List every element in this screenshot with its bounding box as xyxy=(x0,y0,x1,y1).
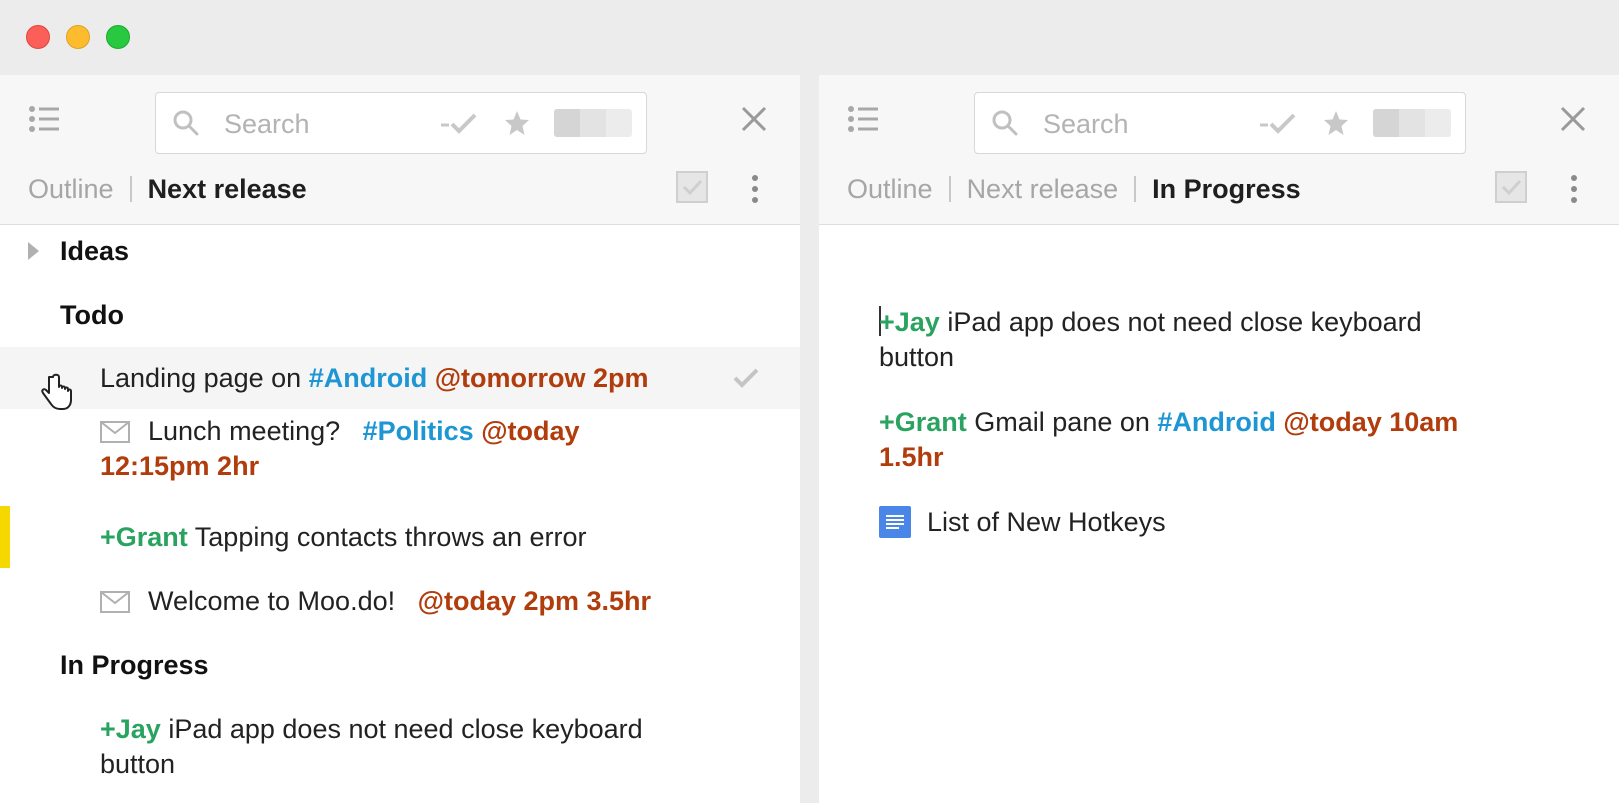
search-icon xyxy=(173,110,199,136)
tag-label[interactable]: #Android xyxy=(309,363,428,393)
search-box[interactable]: Search xyxy=(155,92,647,154)
star-filter-icon[interactable] xyxy=(1323,110,1349,136)
breadcrumb: Outline Next release In Progress xyxy=(847,171,1301,207)
task-text: Welcome to Moo.do! xyxy=(148,586,403,616)
filter-toggle[interactable] xyxy=(1373,109,1451,137)
section-ideas[interactable]: Ideas xyxy=(0,233,800,269)
section-title: Ideas xyxy=(60,236,130,266)
breadcrumb-outline[interactable]: Outline xyxy=(28,174,114,205)
section-title: In Progress xyxy=(60,650,209,680)
window-titlebar xyxy=(0,0,1619,75)
breadcrumb-current[interactable]: Next release xyxy=(148,174,307,205)
breadcrumb-next-release[interactable]: Next release xyxy=(967,174,1119,205)
date-label[interactable]: @today 10am xyxy=(1283,407,1458,437)
task-welcome[interactable]: Welcome to Moo.do! @today 2pm 3.5hr xyxy=(0,583,800,619)
close-icon[interactable] xyxy=(1559,105,1587,133)
task-tapping-contacts[interactable]: +Grant Tapping contacts throws an error xyxy=(0,519,800,555)
checkbox-toggle-icon[interactable] xyxy=(1495,171,1527,203)
search-placeholder[interactable]: Search xyxy=(224,109,310,140)
search-placeholder[interactable]: Search xyxy=(1043,109,1129,140)
breadcrumb-separator xyxy=(1134,176,1137,202)
left-pane: Search Outline Next release Ideas Todo L… xyxy=(0,75,800,803)
window-minimize-button[interactable] xyxy=(66,25,90,49)
hand-pointer-icon xyxy=(41,373,72,410)
date-label[interactable]: @tomorrow 2pm xyxy=(435,363,649,393)
outline-list-icon[interactable] xyxy=(847,105,879,135)
close-icon[interactable] xyxy=(740,105,768,133)
more-options-icon[interactable] xyxy=(1569,174,1579,204)
task-hotkeys-doc[interactable]: List of New Hotkeys xyxy=(819,504,1619,540)
left-pane-header: Search Outline Next release xyxy=(0,75,800,225)
person-label[interactable]: +Grant xyxy=(879,407,967,437)
window-close-button[interactable] xyxy=(26,25,50,49)
tag-label[interactable]: #Android xyxy=(1157,407,1276,437)
date-label[interactable]: @today xyxy=(481,416,579,446)
person-label[interactable]: +Jay xyxy=(879,307,940,337)
task-ipad-keyboard[interactable]: +Jay iPad app does not need close keyboa… xyxy=(819,304,1619,376)
task-text: Gmail pane on xyxy=(966,407,1158,437)
breadcrumb: Outline Next release xyxy=(28,171,307,207)
pane-divider[interactable] xyxy=(800,75,819,803)
checkbox-toggle-icon[interactable] xyxy=(676,171,708,203)
date-label[interactable]: @today 2pm 3.5hr xyxy=(418,586,651,616)
hide-completed-filter-icon[interactable] xyxy=(1258,111,1298,137)
breadcrumb-outline[interactable]: Outline xyxy=(847,174,933,205)
breadcrumb-current[interactable]: In Progress xyxy=(1152,174,1301,205)
outline-list-icon[interactable] xyxy=(28,105,60,135)
task-text: Landing page on xyxy=(100,363,309,393)
date-label-continued[interactable]: 12:15pm 2hr xyxy=(100,448,259,484)
person-label[interactable]: +Jay xyxy=(100,714,161,744)
task-text: Tapping contacts throws an error xyxy=(187,522,587,552)
right-pane-header: Search Outline Next release In Progress xyxy=(819,75,1619,225)
section-todo[interactable]: Todo xyxy=(0,297,800,333)
mail-icon xyxy=(100,591,130,613)
breadcrumb-separator xyxy=(948,176,951,202)
search-icon xyxy=(992,110,1018,136)
mail-icon xyxy=(100,421,130,443)
breadcrumb-separator xyxy=(129,176,132,202)
right-pane: Search Outline Next release In Progress xyxy=(819,75,1619,803)
task-text: Lunch meeting? xyxy=(148,416,348,446)
expand-arrow-icon[interactable] xyxy=(28,242,39,260)
filter-toggle[interactable] xyxy=(554,109,632,137)
task-landing-page[interactable]: Landing page on #Android @tomorrow 2pm xyxy=(0,347,800,410)
task-lunch-meeting[interactable]: Lunch meeting? #Politics @today 12:15pm … xyxy=(0,413,800,485)
task-text-continued: button xyxy=(879,342,955,372)
section-in-progress[interactable]: In Progress xyxy=(0,647,800,683)
search-box[interactable]: Search xyxy=(974,92,1466,154)
complete-check-icon[interactable] xyxy=(732,366,760,390)
hide-completed-filter-icon[interactable] xyxy=(439,111,479,137)
date-label-continued[interactable]: 1.5hr xyxy=(879,439,944,475)
window-maximize-button[interactable] xyxy=(106,25,130,49)
task-text: iPad app does not need close keyboard xyxy=(939,307,1422,337)
section-title: Todo xyxy=(60,300,124,330)
task-text: List of New Hotkeys xyxy=(927,507,1166,537)
task-ipad-keyboard[interactable]: +Jay iPad app does not need close keyboa… xyxy=(0,711,800,783)
google-doc-icon xyxy=(879,506,911,538)
tag-label[interactable]: #Politics xyxy=(363,416,474,446)
more-options-icon[interactable] xyxy=(750,174,760,204)
star-filter-icon[interactable] xyxy=(504,110,530,136)
person-label[interactable]: +Grant xyxy=(100,522,188,552)
task-text: iPad app does not need close keyboard xyxy=(160,714,643,744)
task-text-continued: button xyxy=(100,749,176,779)
task-gmail-pane[interactable]: +Grant Gmail pane on #Android @today 10a… xyxy=(819,404,1619,476)
